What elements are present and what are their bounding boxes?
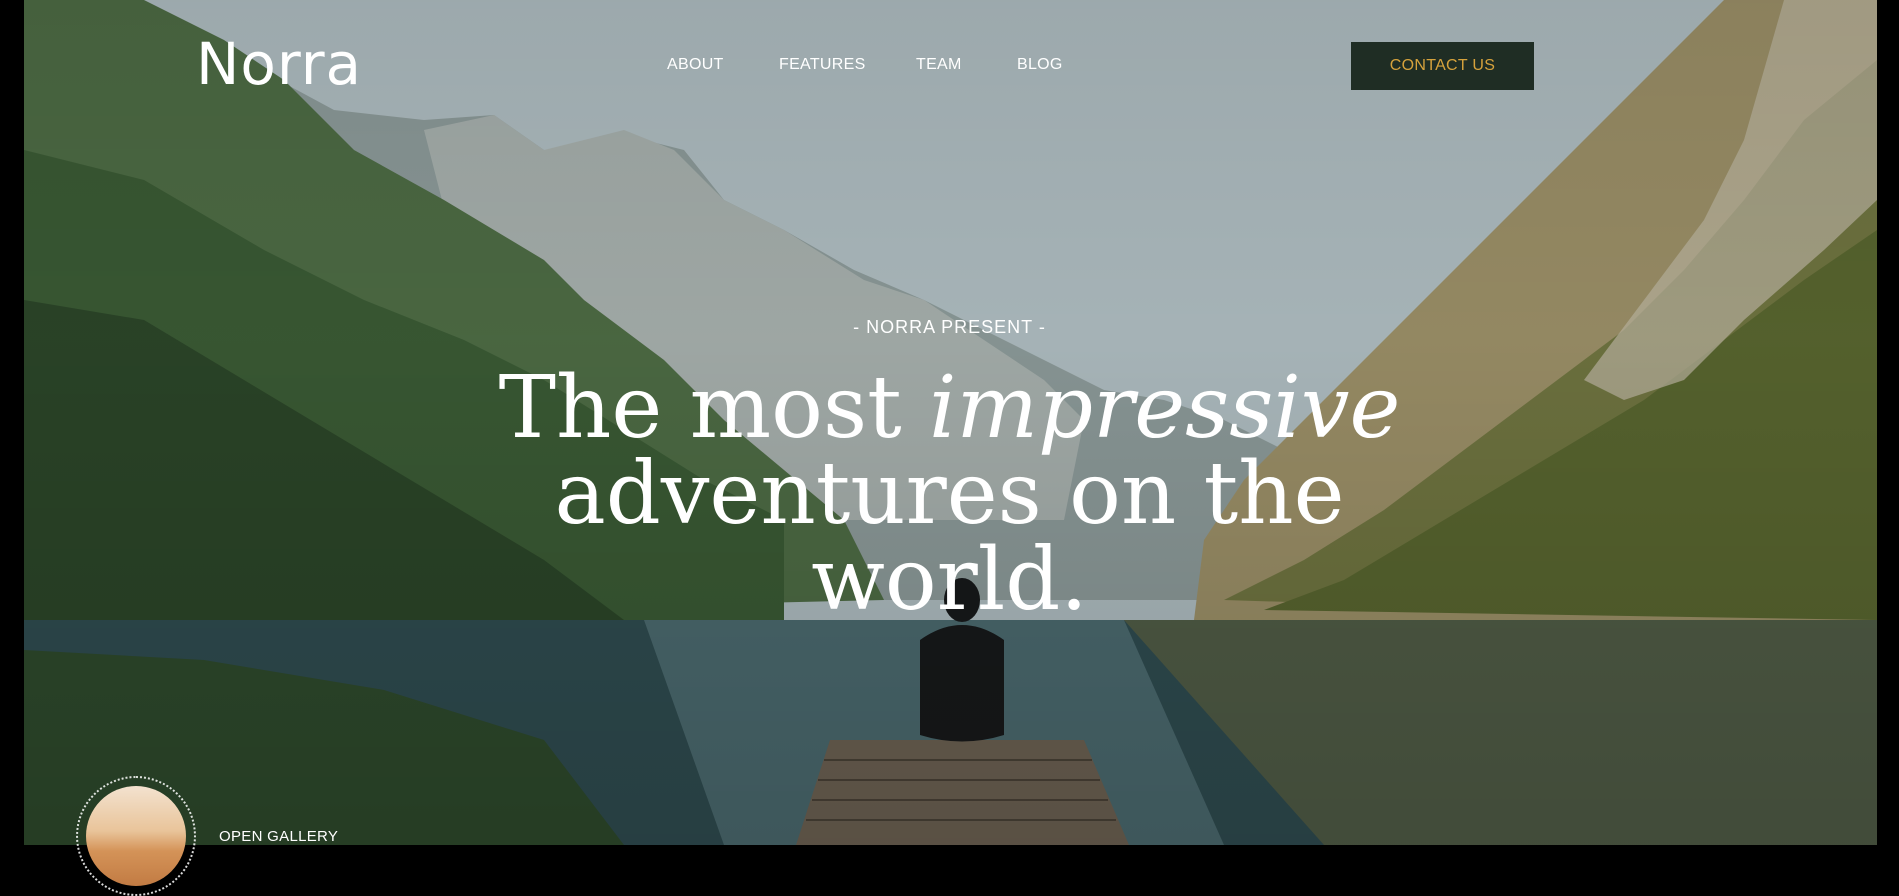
nav-item-team[interactable]: TEAM bbox=[916, 56, 962, 74]
desert-dune-thumbnail bbox=[86, 786, 186, 886]
brand-logo[interactable]: Norra bbox=[196, 30, 362, 98]
headline-line2: adventures on the bbox=[554, 444, 1345, 544]
open-gallery-thumbnail[interactable] bbox=[76, 776, 196, 896]
contact-us-button[interactable]: CONTACT US bbox=[1351, 42, 1534, 90]
nav-item-features[interactable]: FEATURES bbox=[779, 56, 866, 74]
hero-eyebrow: - NORRA PRESENT - bbox=[853, 317, 1046, 337]
nav-item-about[interactable]: ABOUT bbox=[667, 56, 724, 74]
headline-regular-text: The most bbox=[498, 358, 902, 458]
hero-headline: The most impressive adventures on the wo… bbox=[0, 365, 1899, 623]
open-gallery-link[interactable]: OPEN GALLERY bbox=[219, 828, 338, 845]
headline-line3: world. bbox=[811, 530, 1088, 630]
headline-line1: The most impressive bbox=[499, 358, 1401, 458]
nav-item-blog[interactable]: BLOG bbox=[1017, 56, 1063, 74]
headline-italic-text: impressive bbox=[928, 358, 1401, 458]
